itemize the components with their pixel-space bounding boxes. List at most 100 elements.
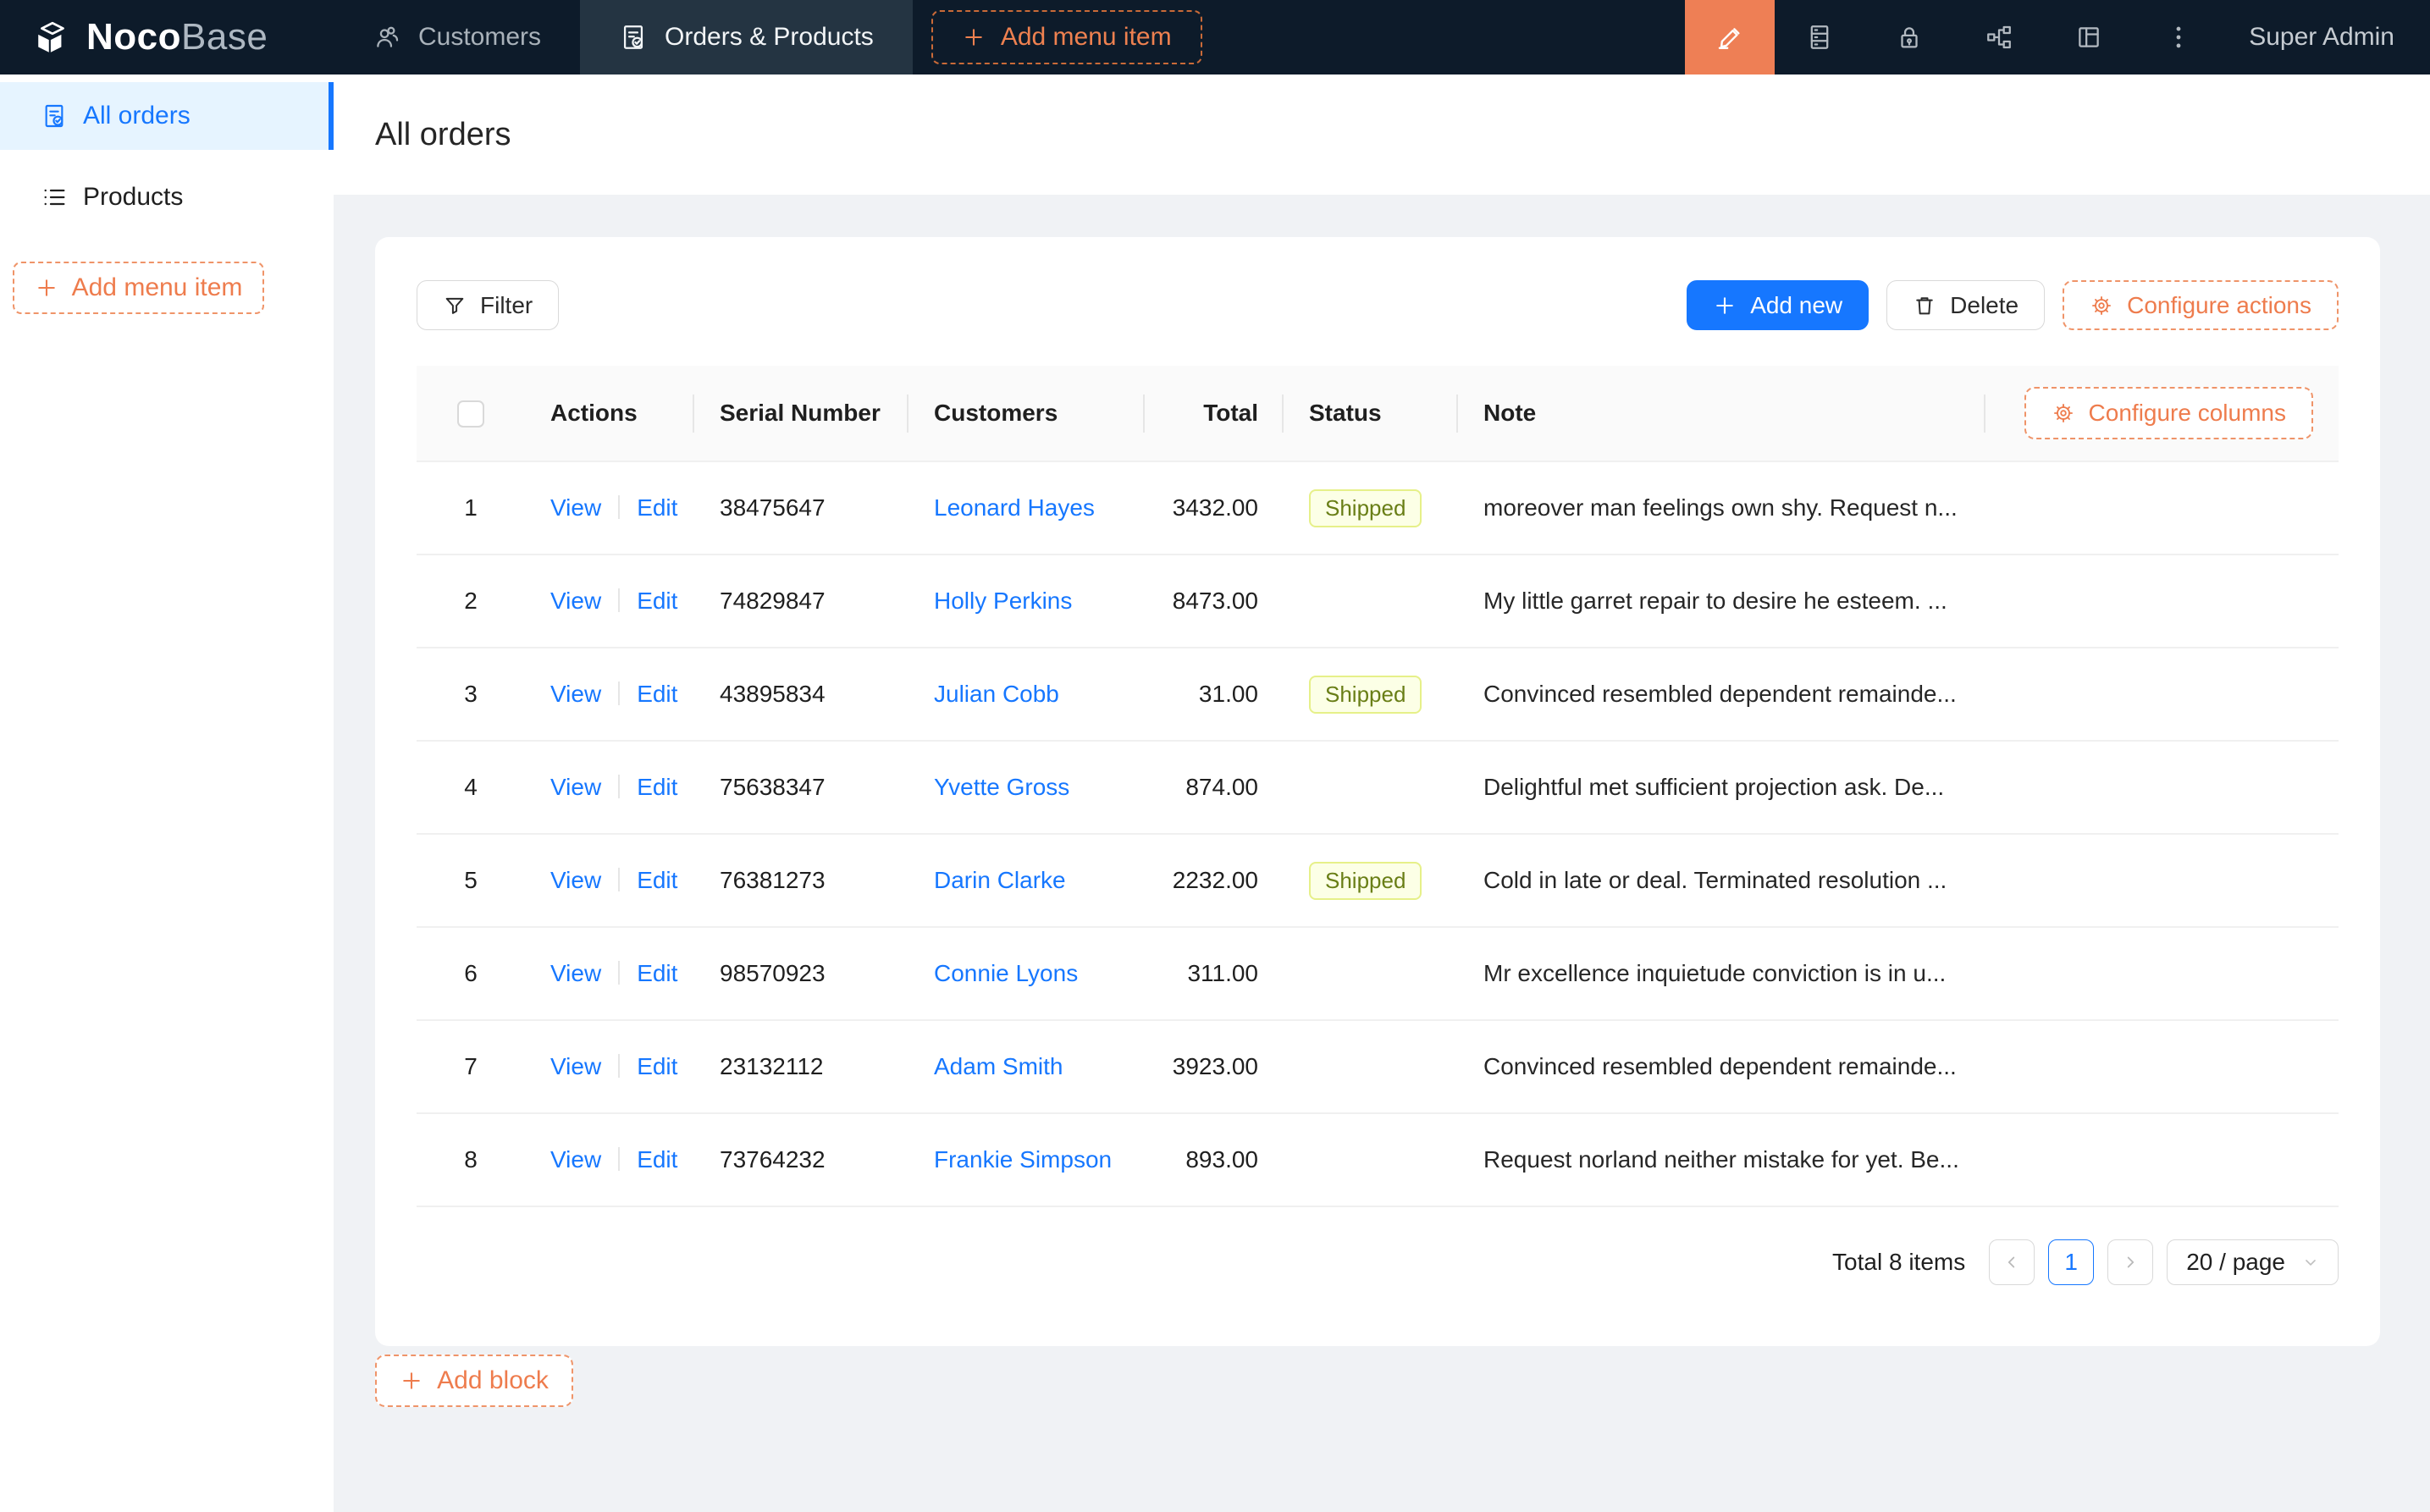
edit-link[interactable]: Edit — [637, 1053, 677, 1079]
customer-link[interactable]: Julian Cobb — [934, 681, 1059, 707]
file-done-icon — [619, 23, 648, 52]
add-new-button[interactable]: Add new — [1687, 280, 1869, 330]
view-link[interactable]: View — [550, 588, 601, 614]
customer-link[interactable]: Holly Perkins — [934, 588, 1072, 614]
tab-customers[interactable]: Customers — [334, 0, 580, 74]
table-row: 8 ViewEdit 73764232 Frankie Simpson 893.… — [417, 1113, 2339, 1206]
customer-link[interactable]: Darin Clarke — [934, 867, 1066, 893]
workflow-button[interactable] — [1954, 0, 2044, 74]
customer-link[interactable]: Frankie Simpson — [934, 1146, 1112, 1173]
table-row: 3 ViewEdit 43895834 Julian Cobb 31.00 Sh… — [417, 648, 2339, 741]
nocobase-logo[interactable]: NocoBase — [0, 16, 334, 58]
view-link[interactable]: View — [550, 1053, 601, 1079]
customer-link[interactable]: Yvette Gross — [934, 774, 1069, 800]
customer-link[interactable]: Connie Lyons — [934, 960, 1078, 986]
status-badge: Shipped — [1309, 489, 1422, 527]
sidebar-item-products[interactable]: Products — [0, 163, 334, 231]
note-cell: Cold in late or deal. Terminated resolut… — [1458, 834, 1985, 927]
configure-columns-button[interactable]: Configure columns — [2024, 387, 2313, 439]
more-button[interactable] — [2134, 0, 2223, 74]
note-cell: Convinced resembled dependent remainde..… — [1458, 1020, 1985, 1113]
note-cell: moreover man feelings own shy. Request n… — [1458, 461, 1985, 555]
pagination-total: Total 8 items — [1832, 1249, 1965, 1276]
edit-link[interactable]: Edit — [637, 774, 677, 800]
edit-link[interactable]: Edit — [637, 588, 677, 614]
table-row: 4 ViewEdit 75638347 Yvette Gross 874.00 … — [417, 741, 2339, 834]
total-cell: 3923.00 — [1145, 1020, 1284, 1113]
serial-number-cell: 75638347 — [694, 741, 908, 834]
plus-icon — [400, 1369, 423, 1393]
logo-text-noco: Noco — [86, 16, 181, 58]
chevron-left-icon — [2002, 1253, 2021, 1272]
edit-link[interactable]: Edit — [637, 1146, 677, 1173]
row-index: 4 — [464, 774, 478, 800]
lock-icon — [1895, 23, 1924, 52]
plugin-settings-button[interactable] — [2044, 0, 2134, 74]
auth-button[interactable] — [1864, 0, 1954, 74]
pagination-page-1[interactable]: 1 — [2048, 1239, 2094, 1285]
view-link[interactable]: View — [550, 774, 601, 800]
gear-icon — [2052, 401, 2075, 425]
select-all-checkbox[interactable] — [457, 400, 484, 428]
customer-link[interactable]: Leonard Hayes — [934, 494, 1095, 521]
topbar-add-menu-item-button[interactable]: Add menu item — [931, 10, 1202, 64]
edit-link[interactable]: Edit — [637, 681, 677, 707]
action-divider — [618, 1147, 620, 1171]
page-size-select[interactable]: 20 / page — [2167, 1239, 2339, 1285]
main-content: All orders Filter Add new — [334, 74, 2430, 1512]
tab-label: Customers — [418, 23, 541, 52]
pagination-prev-button[interactable] — [1989, 1239, 2035, 1285]
view-link[interactable]: View — [550, 494, 601, 521]
sidebar-add-menu-item-button[interactable]: Add menu item — [13, 262, 264, 314]
topbar-menu: Customers Orders & Products Add menu ite… — [334, 0, 1202, 74]
plus-icon — [35, 276, 58, 300]
serial-number-cell: 43895834 — [694, 648, 908, 741]
delete-button[interactable]: Delete — [1886, 280, 2045, 330]
note-cell: My little garret repair to desire he est… — [1458, 555, 1985, 648]
edit-link[interactable]: Edit — [637, 960, 677, 986]
configure-actions-button[interactable]: Configure actions — [2063, 280, 2339, 330]
collections-button[interactable] — [1775, 0, 1864, 74]
row-index: 5 — [464, 867, 478, 893]
view-link[interactable]: View — [550, 960, 601, 986]
edit-link[interactable]: Edit — [637, 867, 677, 893]
status-badge: Shipped — [1309, 676, 1422, 714]
tab-orders-products[interactable]: Orders & Products — [580, 0, 913, 74]
view-link[interactable]: View — [550, 1146, 601, 1173]
highlighter-icon — [1715, 23, 1744, 52]
table-row: 1 ViewEdit 38475647 Leonard Hayes 3432.0… — [417, 461, 2339, 555]
chevron-down-icon — [2302, 1254, 2319, 1271]
chevron-right-icon — [2121, 1253, 2140, 1272]
ui-editor-button[interactable] — [1685, 0, 1775, 74]
sidebar-item-all-orders[interactable]: All orders — [0, 82, 334, 150]
filter-button[interactable]: Filter — [417, 280, 559, 330]
action-divider — [618, 961, 620, 985]
view-link[interactable]: View — [550, 681, 601, 707]
total-cell: 2232.00 — [1145, 834, 1284, 927]
total-cell: 8473.00 — [1145, 555, 1284, 648]
serial-number-cell: 74829847 — [694, 555, 908, 648]
row-index: 2 — [464, 588, 478, 614]
gear-icon — [2090, 294, 2113, 317]
serial-number-cell: 76381273 — [694, 834, 908, 927]
edit-link[interactable]: Edit — [637, 494, 677, 521]
total-cell: 893.00 — [1145, 1113, 1284, 1206]
page-header: All orders — [334, 74, 2430, 195]
add-block-button[interactable]: Add block — [375, 1355, 573, 1407]
column-header-status: Status — [1284, 366, 1458, 461]
sidebar-item-label: All orders — [83, 102, 191, 130]
customer-link[interactable]: Adam Smith — [934, 1053, 1063, 1079]
column-header-serial-number: Serial Number — [694, 366, 908, 461]
workflow-icon — [1985, 23, 2013, 52]
serial-number-cell: 38475647 — [694, 461, 908, 555]
view-link[interactable]: View — [550, 867, 601, 893]
trash-icon — [1913, 294, 1936, 317]
layout-icon — [2074, 23, 2103, 52]
user-menu[interactable]: Super Admin — [2223, 23, 2430, 52]
nocobase-logo-icon — [34, 19, 73, 55]
file-done-icon — [41, 102, 68, 130]
note-cell: Request norland neither mistake for yet.… — [1458, 1113, 1985, 1206]
pagination-next-button[interactable] — [2107, 1239, 2153, 1285]
filter-icon — [443, 294, 467, 317]
total-cell: 31.00 — [1145, 648, 1284, 741]
